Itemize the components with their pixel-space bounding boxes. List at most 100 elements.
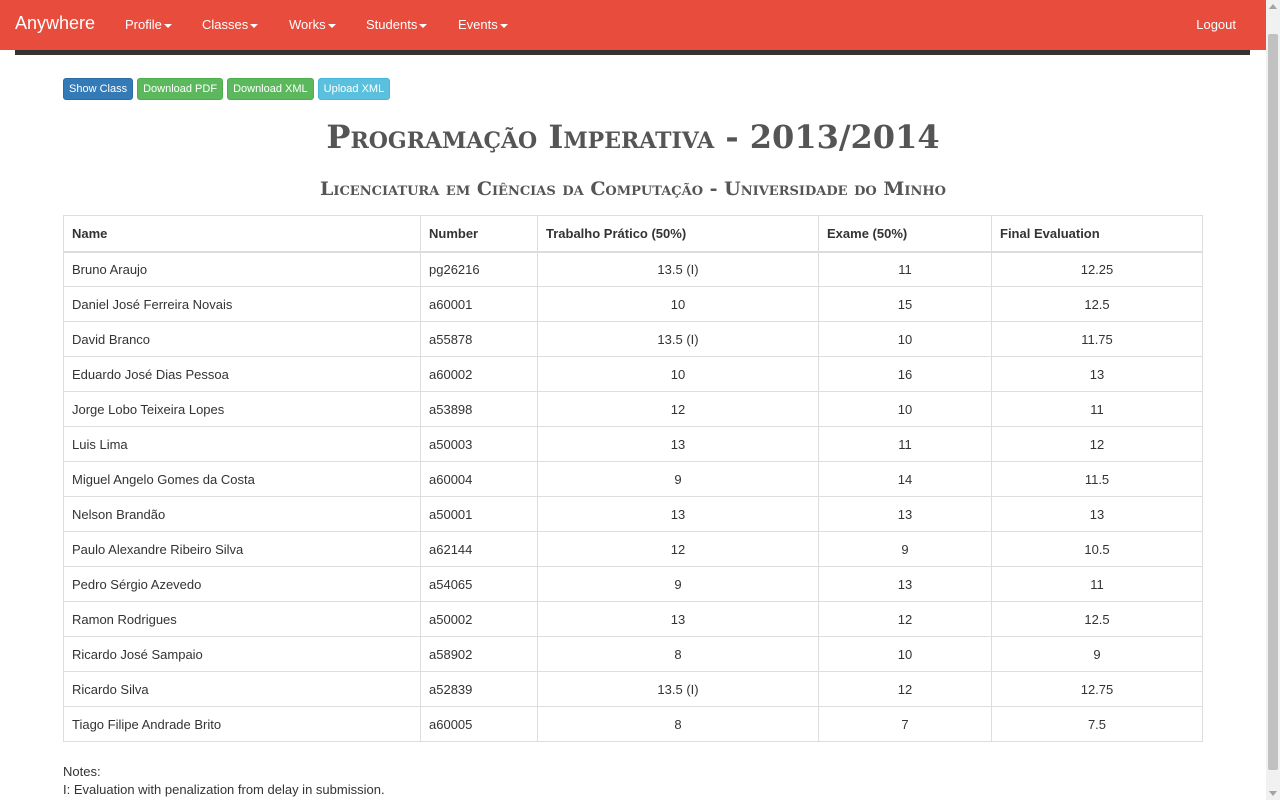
- cell-number: a52839: [420, 671, 538, 707]
- cell-final-evaluation: 13: [991, 356, 1203, 392]
- download-pdf-button[interactable]: Download PDF: [137, 78, 224, 100]
- scroll-thumb[interactable]: [1268, 34, 1278, 770]
- table-row: David Branco a55878 13.5 (I) 10 11.75: [63, 321, 1203, 357]
- table-row: Ricardo José Sampaio a58902 8 10 9: [63, 636, 1203, 672]
- cell-exame: 11: [818, 426, 992, 462]
- cell-trabalho-pratico: 8: [537, 706, 819, 742]
- cell-trabalho-pratico: 9: [537, 566, 819, 602]
- cell-number: a60005: [420, 706, 538, 742]
- cell-number: a50003: [420, 426, 538, 462]
- table-row: Ramon Rodrigues a50002 13 12 12.5: [63, 601, 1203, 637]
- table-row: Eduardo José Dias Pessoa a60002 10 16 13: [63, 356, 1203, 392]
- nav-profile-label: Profile: [125, 17, 162, 32]
- cell-final-evaluation: 10.5: [991, 531, 1203, 567]
- header-number: Number: [420, 215, 538, 253]
- nav-works-label: Works: [289, 17, 326, 32]
- cell-name: Ramon Rodrigues: [63, 601, 421, 637]
- cell-final-evaluation: 11.5: [991, 461, 1203, 497]
- caret-down-icon: [499, 23, 508, 28]
- caret-down-icon: [327, 23, 336, 28]
- page-title: Programação Imperativa - 2013/2014: [326, 118, 940, 156]
- cell-number: a53898: [420, 391, 538, 427]
- table-header-row: Name Number Trabalho Prático (50%) Exame…: [63, 215, 1203, 253]
- cell-final-evaluation: 12.25: [991, 251, 1203, 287]
- cell-final-evaluation: 9: [991, 636, 1203, 672]
- cell-exame: 12: [818, 601, 992, 637]
- table-row: Bruno Araujo pg26216 13.5 (I) 11 12.25: [63, 251, 1203, 287]
- nav-events-label: Events: [458, 17, 498, 32]
- cell-number: a60004: [420, 461, 538, 497]
- cell-final-evaluation: 11: [991, 566, 1203, 602]
- cell-name: Ricardo Silva: [63, 671, 421, 707]
- note-item: I: Evaluation with penalization from del…: [63, 782, 385, 797]
- cell-exame: 9: [818, 531, 992, 567]
- cell-trabalho-pratico: 13.5 (I): [537, 671, 819, 707]
- caret-down-icon: [163, 23, 172, 28]
- cell-exame: 11: [818, 251, 992, 287]
- grades-table: Name Number Trabalho Prático (50%) Exame…: [63, 215, 1203, 742]
- cell-trabalho-pratico: 13.5 (I): [537, 321, 819, 357]
- cell-trabalho-pratico: 10: [537, 286, 819, 322]
- nav-works[interactable]: Works: [289, 17, 336, 32]
- table-row: Jorge Lobo Teixeira Lopes a53898 12 10 11: [63, 391, 1203, 427]
- vertical-scrollbar[interactable]: [1266, 0, 1280, 800]
- cell-exame: 10: [818, 321, 992, 357]
- table-row: Luis Lima a50003 13 11 12: [63, 426, 1203, 462]
- cell-trabalho-pratico: 13: [537, 601, 819, 637]
- cell-number: a60001: [420, 286, 538, 322]
- nav-students-label: Students: [366, 17, 418, 32]
- cell-trabalho-pratico: 9: [537, 461, 819, 497]
- table-row: Pedro Sérgio Azevedo a54065 9 13 11: [63, 566, 1203, 602]
- cell-trabalho-pratico: 13: [537, 426, 819, 462]
- brand-link[interactable]: Anywhere: [15, 13, 95, 34]
- show-class-button[interactable]: Show Class: [63, 78, 134, 100]
- caret-down-icon: [419, 23, 428, 28]
- cell-exame: 13: [818, 496, 992, 532]
- scroll-down-icon[interactable]: [1269, 791, 1277, 796]
- cell-number: a54065: [420, 566, 538, 602]
- cell-name: Jorge Lobo Teixeira Lopes: [63, 391, 421, 427]
- cell-final-evaluation: 12: [991, 426, 1203, 462]
- header-trabalho-pratico: Trabalho Prático (50%): [537, 215, 819, 253]
- cell-name: Daniel José Ferreira Novais: [63, 286, 421, 322]
- cell-name: Tiago Filipe Andrade Brito: [63, 706, 421, 742]
- top-navbar: Anywhere Profile Classes Works Students …: [0, 0, 1266, 50]
- table-row: Paulo Alexandre Ribeiro Silva a62144 12 9 10…: [63, 531, 1203, 567]
- cell-name: Bruno Araujo: [63, 251, 421, 287]
- cell-exame: 13: [818, 566, 992, 602]
- nav-classes-label: Classes: [202, 17, 249, 32]
- caret-down-icon: [250, 23, 259, 28]
- table-row: Ricardo Silva a52839 13.5 (I) 12 12.75: [63, 671, 1203, 707]
- table-row: Tiago Filipe Andrade Brito a60005 8 7 7.5: [63, 706, 1203, 742]
- header-exame: Exame (50%): [818, 215, 992, 253]
- header-final-evaluation: Final Evaluation: [991, 215, 1203, 253]
- cell-final-evaluation: 12.5: [991, 601, 1203, 637]
- cell-final-evaluation: 11.75: [991, 321, 1203, 357]
- notes-section: Notes: I: Evaluation with penalization f…: [63, 763, 385, 799]
- cell-exame: 15: [818, 286, 992, 322]
- cell-name: David Branco: [63, 321, 421, 357]
- upload-xml-button[interactable]: Upload XML: [317, 78, 391, 100]
- notes-label: Notes:: [63, 764, 101, 779]
- cell-number: pg26216: [420, 251, 538, 287]
- cell-name: Paulo Alexandre Ribeiro Silva: [63, 531, 421, 567]
- action-toolbar: Show Class Download PDF Download XML Upl…: [63, 78, 391, 100]
- nav-classes[interactable]: Classes: [202, 17, 259, 32]
- cell-name: Luis Lima: [63, 426, 421, 462]
- nav-profile[interactable]: Profile: [125, 17, 172, 32]
- cell-trabalho-pratico: 8: [537, 636, 819, 672]
- table-row: Nelson Brandão a50001 13 13 13: [63, 496, 1203, 532]
- cell-number: a62144: [420, 531, 538, 567]
- logout-link[interactable]: Logout: [1196, 17, 1236, 32]
- nav-events[interactable]: Events: [458, 17, 508, 32]
- cell-exame: 12: [818, 671, 992, 707]
- cell-name: Nelson Brandão: [63, 496, 421, 532]
- navbar-divider: [15, 50, 1250, 55]
- cell-trabalho-pratico: 10: [537, 356, 819, 392]
- cell-final-evaluation: 12.75: [991, 671, 1203, 707]
- download-xml-button[interactable]: Download XML: [227, 78, 314, 100]
- cell-number: a50001: [420, 496, 538, 532]
- cell-exame: 10: [818, 391, 992, 427]
- nav-students[interactable]: Students: [366, 17, 428, 32]
- scroll-up-icon[interactable]: [1269, 4, 1277, 9]
